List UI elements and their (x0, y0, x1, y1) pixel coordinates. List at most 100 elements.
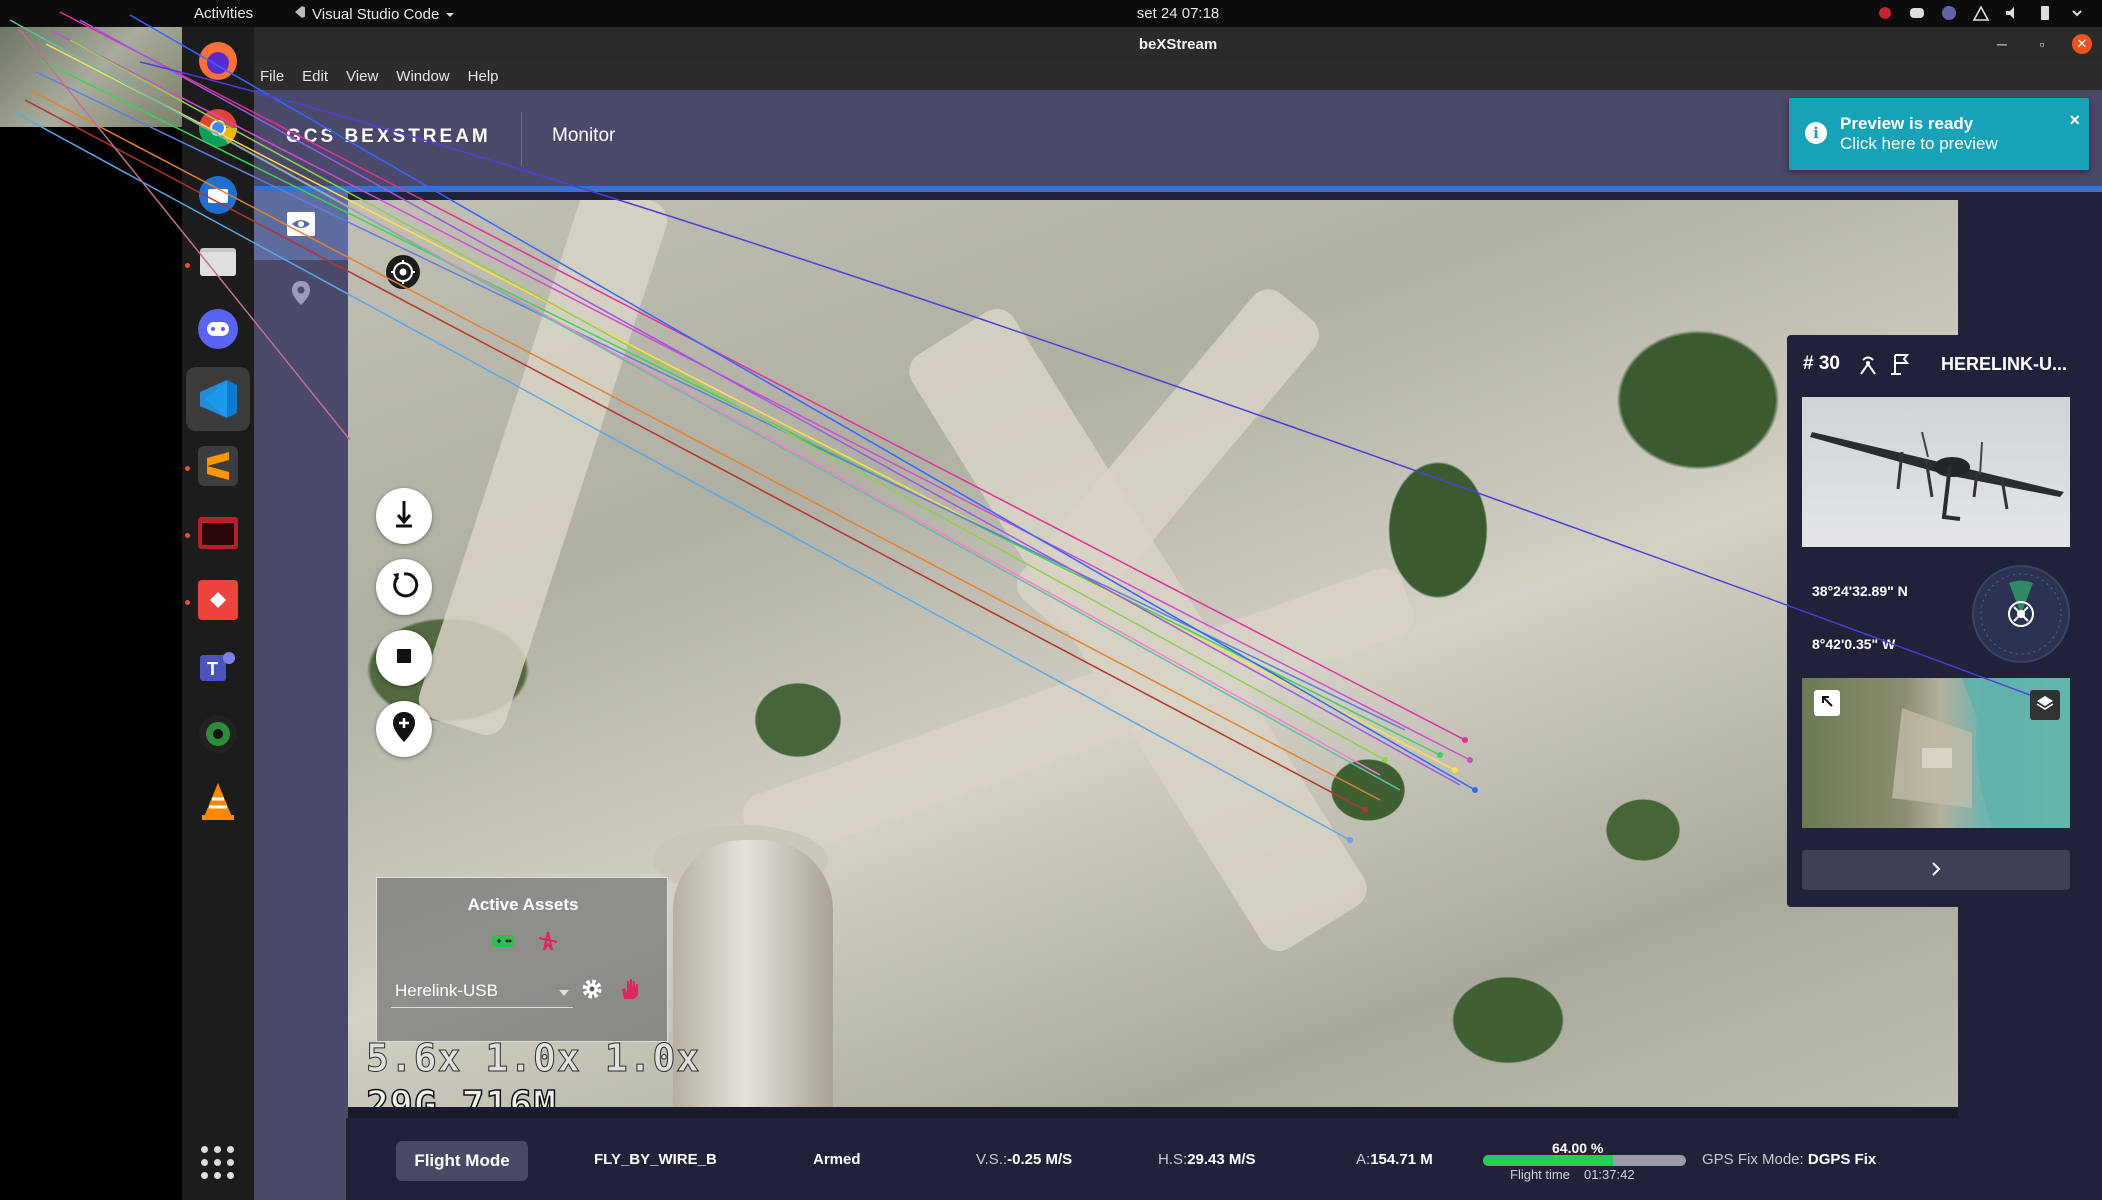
header-accent-line (254, 186, 2102, 192)
minimize-button[interactable]: ─ (1992, 34, 2012, 54)
chevron-down-icon (445, 6, 455, 23)
flight-mode-value: FLY_BY_WIRE_B (594, 1151, 717, 1168)
system-top-bar: Activities Visual Studio Code set 24 07:… (0, 0, 2102, 27)
arrow-down-icon (391, 499, 417, 534)
satellite-icon (1857, 352, 1879, 381)
close-button[interactable]: ✕ (2072, 34, 2092, 54)
latitude: 38°24'32.89" N (1812, 583, 1908, 599)
side-nav (254, 192, 348, 1200)
webcam-icon[interactable] (194, 710, 242, 758)
info-icon: i (1805, 122, 1827, 144)
asset-select[interactable]: Herelink-USB (391, 974, 573, 1008)
volume-icon[interactable] (2004, 4, 2022, 22)
nav-item-map[interactable] (291, 280, 311, 311)
firefox-icon[interactable] (194, 37, 242, 85)
arrow-up-left-icon (1820, 694, 1834, 713)
vertical-speed: V.S.:-0.25 M/S (976, 1151, 1073, 1168)
gamepad-icon[interactable] (491, 933, 515, 954)
gear-icon[interactable] (580, 977, 604, 1006)
land-button[interactable] (376, 488, 432, 544)
altitude: A:154.71 M (1356, 1151, 1433, 1168)
sublime-icon[interactable] (194, 442, 242, 490)
add-waypoint-button[interactable] (376, 701, 432, 757)
menu-view[interactable]: View (346, 68, 378, 85)
flag-icon (1889, 352, 1913, 381)
asset-select-value: Herelink-USB (395, 980, 498, 1000)
toast-title: Preview is ready (1840, 114, 1974, 133)
caret-down-icon (559, 981, 569, 1001)
drone-info-panel: # 30 HERELINK-U... 38°24'32.89" N 8°42'0… (1787, 335, 2086, 907)
menu-edit[interactable]: Edit (302, 68, 328, 85)
eye-icon (286, 211, 316, 242)
show-applications-icon[interactable] (201, 1146, 235, 1180)
target-icon[interactable] (386, 255, 420, 289)
toast-message: Click here to preview (1840, 134, 1998, 153)
svg-text:T: T (207, 659, 218, 679)
thunderbird-icon[interactable] (194, 171, 242, 219)
layers-icon (2036, 694, 2054, 717)
add-location-icon (391, 711, 417, 748)
stop-button[interactable] (376, 630, 432, 686)
drone-number: # 30 (1803, 353, 1840, 374)
network-icon[interactable] (1972, 4, 1990, 22)
brand-logo[interactable]: GCS BEXSTREAM (286, 126, 491, 148)
terminal-icon[interactable] (194, 509, 242, 557)
window-title: beXStream (1138, 36, 1218, 53)
background-thumbnail (0, 27, 182, 127)
teams-tray-icon[interactable] (1940, 4, 1958, 22)
drone-icon[interactable] (537, 930, 559, 957)
nav-item-monitor[interactable] (254, 192, 348, 260)
chevron-right-icon (1931, 860, 1941, 881)
running-indicator (185, 533, 190, 538)
stop-icon (397, 648, 411, 668)
activities-button[interactable]: Activities (194, 5, 253, 22)
clock[interactable]: set 24 07:18 (1100, 5, 1256, 22)
header-divider (521, 112, 522, 166)
record-icon[interactable] (1876, 4, 1894, 22)
rotate-icon (389, 570, 419, 605)
running-indicator (185, 600, 190, 605)
maximize-button[interactable]: ▫ (2032, 34, 2052, 54)
discord-icon[interactable] (194, 305, 242, 353)
video-bottom-border (348, 1107, 1958, 1118)
hand-icon[interactable] (619, 977, 641, 1006)
video-osd-zoom: 5.6x 1.0x 1.0x (365, 1036, 701, 1081)
menu-window[interactable]: Window (396, 68, 449, 85)
vscode-icon[interactable] (194, 375, 242, 423)
app-menu-label: Visual Studio Code (312, 5, 440, 23)
return-to-launch-button[interactable] (376, 559, 432, 615)
discord-tray-icon[interactable] (1908, 4, 1926, 22)
menu-file[interactable]: File (260, 68, 284, 85)
preview-toast[interactable]: i Preview is ready Click here to preview… (1789, 98, 2089, 170)
active-assets-title: Active Assets (467, 895, 579, 914)
desktop-background (0, 27, 182, 1200)
toast-close-button[interactable]: × (2069, 110, 2080, 131)
gps-fix-mode: GPS Fix Mode: DGPS Fix (1702, 1151, 1877, 1168)
chrome-icon[interactable] (194, 104, 242, 152)
files-icon[interactable] (194, 238, 242, 286)
flight-time: Flight time 01:37:42 (1510, 1167, 1635, 1182)
running-indicator (185, 466, 190, 471)
battery-icon[interactable] (2036, 4, 2054, 22)
expand-map-button[interactable] (1814, 690, 1840, 716)
panel-next-button[interactable] (1802, 850, 2070, 890)
menu-bar: File Edit View Window Help (254, 62, 2102, 90)
mini-map[interactable] (1802, 678, 2070, 828)
anydesk-icon[interactable] (194, 576, 242, 624)
app-menu[interactable]: Visual Studio Code (292, 5, 455, 23)
teams-icon[interactable]: T (194, 643, 242, 691)
map-layers-button[interactable] (2030, 690, 2060, 720)
armed-status: Armed (813, 1151, 861, 1168)
dirt-path (413, 200, 673, 741)
vscode-small-icon (292, 5, 306, 23)
battery-percent: 64.00 % (1552, 1140, 1604, 1156)
vlc-icon[interactable] (194, 777, 242, 825)
active-assets-panel: Active Assets Herelink-USB (376, 877, 668, 1042)
video-osd-storage: 29G 716M (365, 1082, 558, 1107)
compass-gauge (1972, 565, 2070, 663)
menu-help[interactable]: Help (468, 68, 499, 85)
power-menu-icon[interactable] (2068, 4, 2086, 22)
flight-mode-button[interactable]: Flight Mode (396, 1141, 528, 1181)
window-titlebar[interactable]: beXStream ─ ▫ ✕ (254, 27, 2102, 62)
system-tray[interactable] (1876, 4, 2086, 22)
